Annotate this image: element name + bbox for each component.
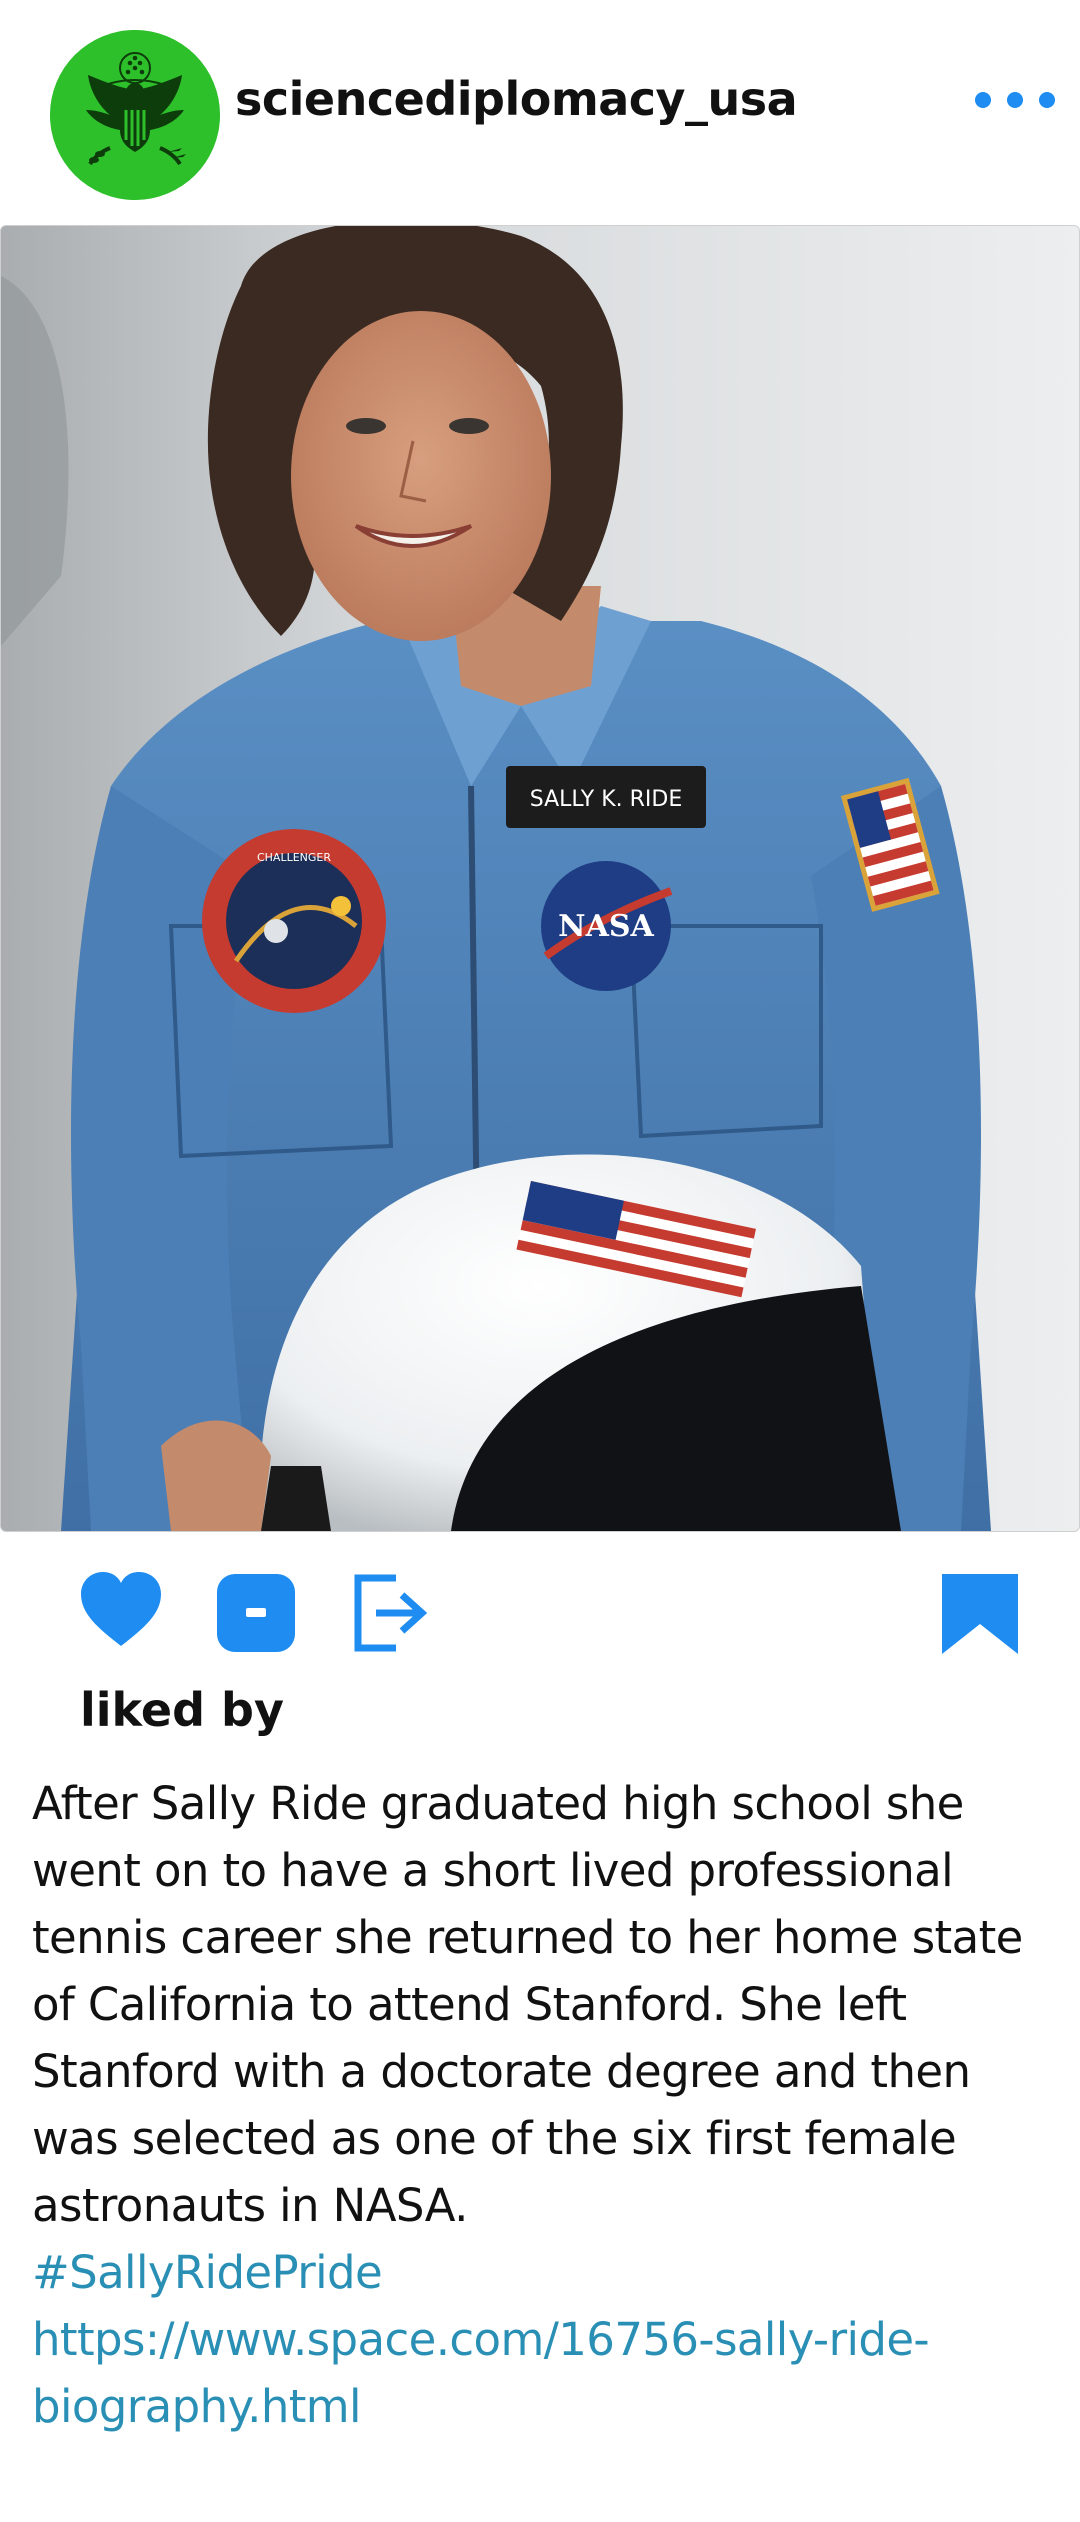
patch-top-label: CHALLENGER <box>257 851 331 864</box>
more-dot <box>1039 92 1055 108</box>
bookmark-icon[interactable] <box>940 1572 1020 1656</box>
more-options-icon[interactable] <box>975 85 1055 115</box>
url-link-line-2[interactable]: biography.html <box>32 2373 1052 2440</box>
post-card: sciencediplomacy_usa SALLY K. RIDE CHALL… <box>0 0 1080 2522</box>
caption-line: of California to attend Stanford. She le… <box>32 1978 907 2031</box>
caption-line: After Sally Ride graduated high school s… <box>32 1777 964 1830</box>
more-dot <box>1007 92 1023 108</box>
comment-icon[interactable] <box>215 1572 297 1654</box>
caption-line: was selected as one of the six first fem… <box>32 2112 957 2165</box>
action-bar <box>0 1560 1080 1660</box>
url-link-line-1[interactable]: https://www.space.com/16756-sally-ride- <box>32 2306 1052 2373</box>
avatar[interactable] <box>50 30 220 200</box>
more-dot <box>975 92 991 108</box>
post-photo[interactable]: SALLY K. RIDE CHALLENGER NASA <box>0 225 1080 1532</box>
great-seal-icon <box>50 30 220 200</box>
nasa-patch-label: NASA <box>558 909 654 944</box>
hashtag-link[interactable]: #SallyRidePride <box>32 2239 1052 2306</box>
liked-by-label[interactable]: liked by <box>80 1683 284 1737</box>
username[interactable]: sciencediplomacy_usa <box>235 72 798 126</box>
caption-line: astronauts in NASA. <box>32 2179 468 2232</box>
post-header: sciencediplomacy_usa <box>0 0 1080 225</box>
share-icon[interactable] <box>352 1572 428 1654</box>
caption-line: went on to have a short lived profession… <box>32 1844 954 1897</box>
post-caption: After Sally Ride graduated high school s… <box>32 1770 1052 2440</box>
heart-icon[interactable] <box>78 1570 164 1650</box>
caption-line: tennis career she returned to her home s… <box>32 1911 1023 1964</box>
photo-name-tag: SALLY K. RIDE <box>530 787 682 812</box>
caption-line: Stanford with a doctorate degree and the… <box>32 2045 971 2098</box>
